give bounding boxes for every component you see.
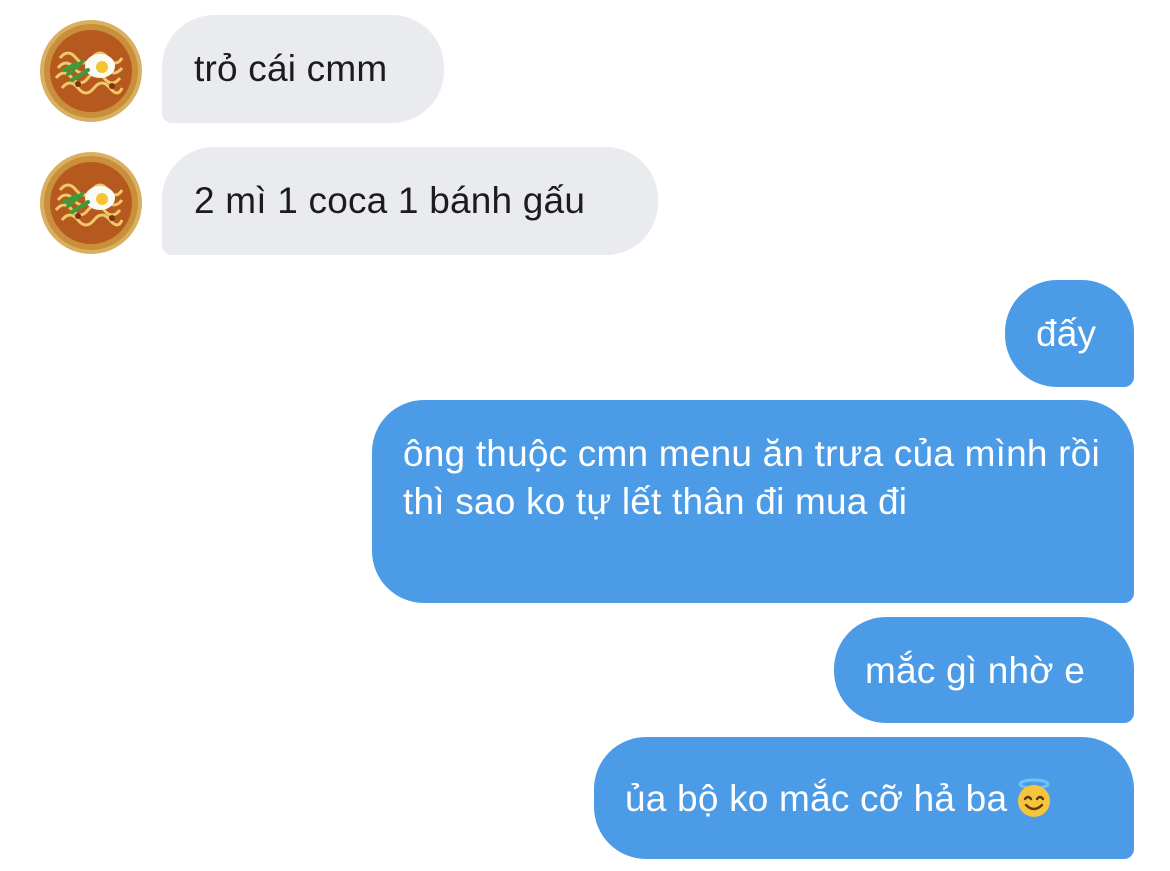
sent-message-bubble[interactable]: ủa bộ ko mắc cỡ hả ba (594, 737, 1134, 859)
message-text: 2 mì 1 coca 1 bánh gấu (194, 180, 586, 221)
message-text: ủa bộ ko mắc cỡ hả ba (625, 778, 1008, 819)
sent-message-bubble[interactable]: đấy (1005, 280, 1134, 387)
smiling-face-with-halo-emoji (1015, 778, 1053, 830)
received-message-bubble[interactable]: 2 mì 1 coca 1 bánh gấu (162, 147, 658, 255)
message-text: đấy (1036, 313, 1097, 354)
ramen-bowl-icon (40, 20, 142, 122)
sent-message-bubble[interactable]: mắc gì nhờ e (834, 617, 1134, 723)
ramen-bowl-icon (40, 152, 142, 254)
sender-avatar[interactable] (38, 18, 144, 124)
message-text: trỏ cái cmm (194, 48, 388, 89)
message-text: ông thuộc cmn menu ăn trưa của mình rồi … (403, 433, 1100, 522)
sender-avatar[interactable] (38, 150, 144, 256)
message-text: mắc gì nhờ e (865, 650, 1085, 691)
received-message-bubble[interactable]: trỏ cái cmm (162, 15, 444, 123)
sent-message-bubble[interactable]: ông thuộc cmn menu ăn trưa của mình rồi … (372, 400, 1134, 603)
